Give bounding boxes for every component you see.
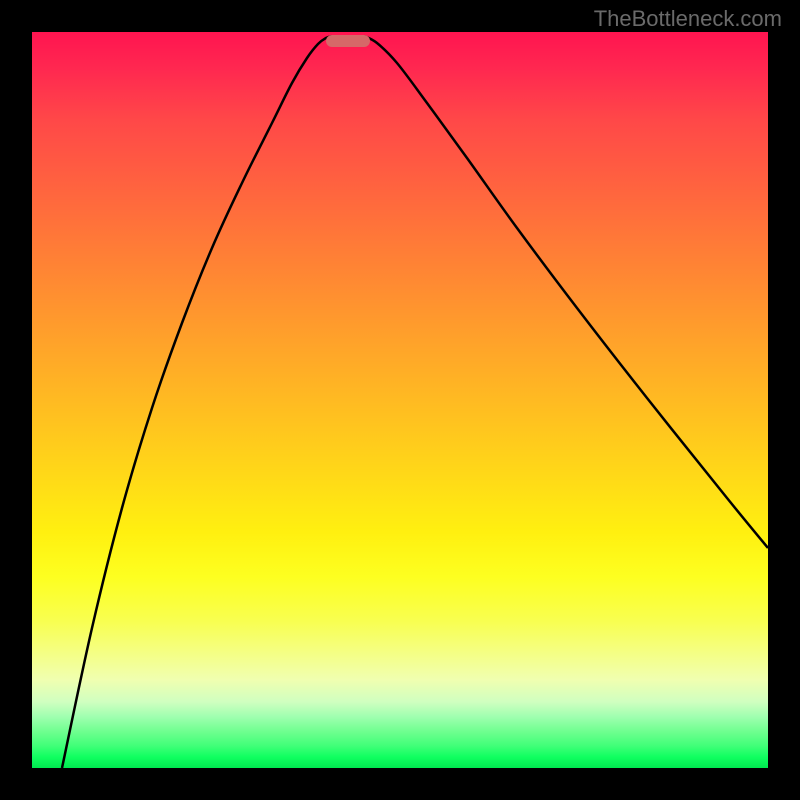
curve-svg — [32, 32, 768, 768]
chart-container — [32, 32, 768, 768]
bottleneck-marker — [326, 35, 370, 47]
watermark-text: TheBottleneck.com — [594, 6, 782, 32]
right-curve — [364, 36, 768, 548]
left-curve — [62, 36, 332, 768]
